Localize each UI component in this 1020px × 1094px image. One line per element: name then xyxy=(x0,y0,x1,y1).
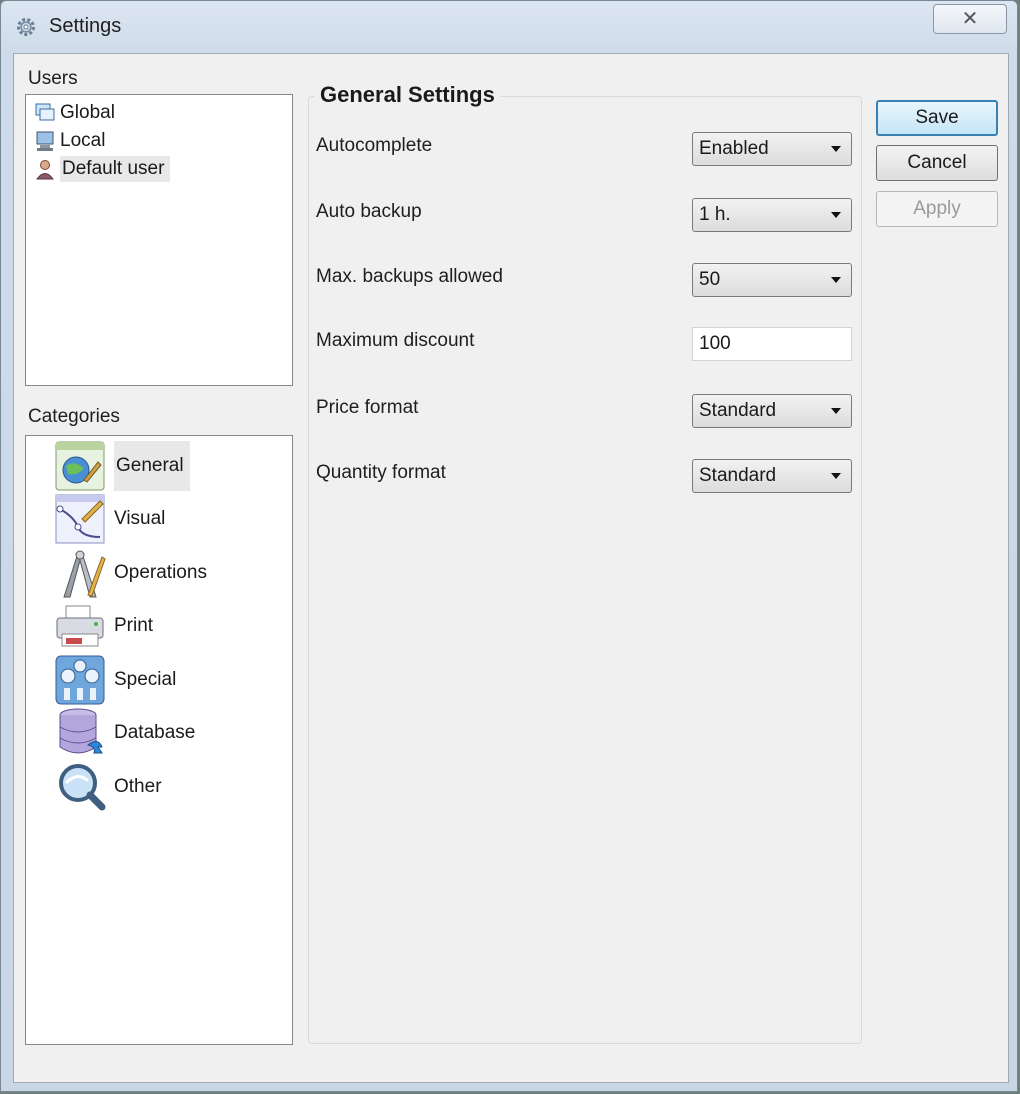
close-button[interactable]: ✕ xyxy=(933,4,1007,34)
computer-icon xyxy=(36,131,54,151)
chevron-down-icon xyxy=(831,146,841,152)
user-item-label: Local xyxy=(60,129,106,151)
settings-window: Settings ✕ Users Global Local Default us… xyxy=(0,0,1018,1092)
category-item-label: Operations xyxy=(114,562,207,583)
magnifier-icon xyxy=(59,764,106,811)
autocomplete-label: Autocomplete xyxy=(316,135,433,156)
chevron-down-icon xyxy=(831,408,841,414)
panel-title: General Settings xyxy=(314,82,501,108)
visual-icon xyxy=(55,494,105,544)
max-backups-select[interactable]: 50 xyxy=(692,263,852,297)
chevron-down-icon xyxy=(831,473,841,479)
window-client-area: Users Global Local Default user Categori… xyxy=(13,53,1009,1083)
category-item-special[interactable]: Special xyxy=(54,654,176,706)
maximum-discount-label: Maximum discount xyxy=(316,330,475,351)
global-users-icon xyxy=(35,103,55,120)
quantity-format-value: Standard xyxy=(699,465,777,486)
category-item-other[interactable]: Other xyxy=(54,761,162,813)
chevron-down-icon xyxy=(831,277,841,283)
user-item-label: Default user xyxy=(60,155,171,182)
category-item-label: Database xyxy=(114,722,196,743)
price-format-select[interactable]: Standard xyxy=(692,394,852,428)
save-button[interactable]: Save xyxy=(876,100,998,136)
price-format-label: Price format xyxy=(316,397,419,418)
users-label: Users xyxy=(28,68,78,89)
category-item-label: Other xyxy=(114,776,162,797)
category-item-database[interactable]: Database xyxy=(54,707,195,759)
cancel-button[interactable]: Cancel xyxy=(876,145,998,181)
users-list[interactable]: Global Local Default user xyxy=(25,94,293,386)
general-settings-group xyxy=(308,96,862,1044)
maximum-discount-input[interactable]: 100 xyxy=(692,327,852,361)
database-icon xyxy=(59,708,103,754)
category-item-operations[interactable]: Operations xyxy=(54,547,207,599)
category-item-general[interactable]: General xyxy=(54,440,190,492)
auto-backup-value: 1 h. xyxy=(699,204,731,225)
user-item-default-user[interactable]: Default user xyxy=(34,155,171,182)
special-icon xyxy=(55,655,105,705)
price-format-value: Standard xyxy=(699,400,777,421)
quantity-format-label: Quantity format xyxy=(316,462,446,483)
autocomplete-select[interactable]: Enabled xyxy=(692,132,852,166)
quantity-format-select[interactable]: Standard xyxy=(692,459,852,493)
printer-icon xyxy=(56,605,104,647)
autocomplete-value: Enabled xyxy=(699,138,769,159)
user-item-local[interactable]: Local xyxy=(34,127,105,154)
gear-icon xyxy=(17,18,35,36)
general-icon xyxy=(55,441,105,491)
category-item-print[interactable]: Print xyxy=(54,600,153,652)
auto-backup-label: Auto backup xyxy=(316,201,422,222)
window-title: Settings xyxy=(49,15,122,37)
max-backups-value: 50 xyxy=(699,269,721,290)
user-icon xyxy=(36,159,54,179)
categories-list[interactable]: General Visual Operations Print Special … xyxy=(25,435,293,1045)
category-item-label: Special xyxy=(114,669,177,690)
category-item-label: Print xyxy=(114,615,154,636)
auto-backup-select[interactable]: 1 h. xyxy=(692,198,852,232)
apply-button[interactable]: Apply xyxy=(876,191,998,227)
category-item-visual[interactable]: Visual xyxy=(54,493,165,545)
title-bar: Settings ✕ xyxy=(1,1,1017,53)
operations-icon xyxy=(63,550,106,598)
categories-label: Categories xyxy=(28,406,120,427)
category-item-label: General xyxy=(114,441,190,491)
max-backups-label: Max. backups allowed xyxy=(316,266,503,287)
category-item-label: Visual xyxy=(114,508,166,529)
user-item-global[interactable]: Global xyxy=(34,99,115,126)
user-item-label: Global xyxy=(60,101,115,123)
chevron-down-icon xyxy=(831,212,841,218)
